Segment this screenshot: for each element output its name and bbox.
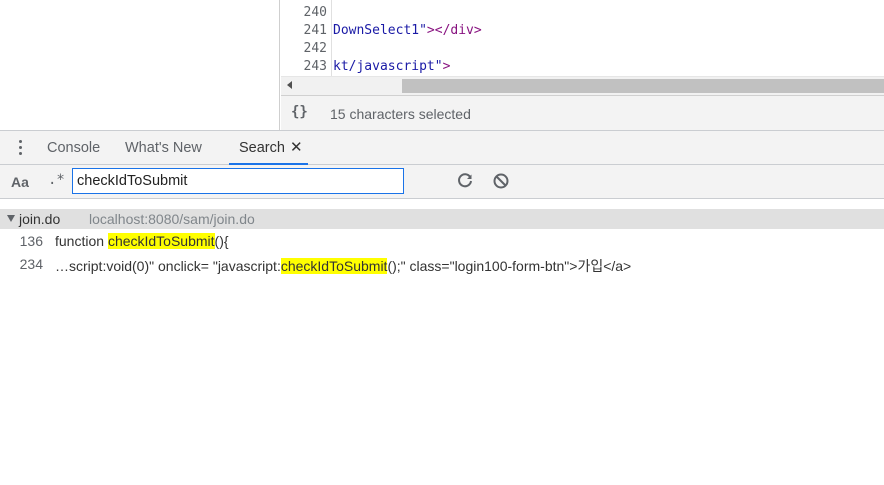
tab-search[interactable]: Search — [239, 140, 285, 156]
result-file-name: join.do — [19, 211, 61, 227]
close-icon[interactable]: ✕ — [290, 138, 303, 156]
match-prefix: function — [55, 233, 108, 249]
code-tag: ></div> — [426, 23, 482, 38]
pretty-print-button[interactable]: {} — [291, 104, 308, 120]
result-file-path: localhost:8080/sam/join.do — [89, 211, 255, 227]
line-number: 240 — [303, 5, 327, 20]
tab-whats-new[interactable]: What's New — [125, 140, 202, 156]
match-highlight: checkIdToSubmit — [107, 233, 215, 249]
line-number: 243 — [303, 59, 327, 74]
scrollbar-thumb[interactable] — [402, 79, 884, 93]
match-suffix: ();" class="login100-form-btn">가입</a> — [387, 258, 632, 274]
refresh-icon[interactable] — [456, 172, 474, 190]
selection-status: 15 characters selected — [330, 106, 471, 122]
match-line-number: 234 — [19, 256, 43, 272]
code-line[interactable]: DownSelect1"></div> — [333, 22, 482, 40]
expand-triangle-icon[interactable] — [7, 215, 15, 222]
drawer-tabbar: Console What's New Search ✕ — [0, 130, 884, 165]
left-pane — [0, 0, 280, 130]
match-text: …script:void(0)" onclick= "javascript:ch… — [55, 256, 631, 276]
more-tools-kebab-icon[interactable] — [17, 140, 23, 156]
code-line[interactable]: kt/javascript"> — [333, 58, 450, 76]
regex-button[interactable]: .* — [48, 172, 65, 188]
match-prefix: …script:void(0)" onclick= "javascript: — [55, 258, 281, 274]
line-number: 241 — [303, 23, 327, 38]
match-line-number: 136 — [19, 233, 43, 249]
horizontal-scrollbar[interactable] — [281, 76, 884, 95]
search-toolbar: Aa .* — [0, 165, 884, 199]
clear-icon[interactable] — [492, 172, 510, 190]
code-string: DownSelect1" — [333, 23, 427, 38]
result-file-header[interactable]: join.do localhost:8080/sam/join.do — [0, 209, 884, 229]
result-match-row[interactable]: 136 function checkIdToSubmit(){ — [0, 231, 884, 253]
line-gutter: 240 241 242 243 — [281, 0, 332, 76]
code-tag: > — [442, 59, 451, 74]
result-match-row[interactable]: 234 …script:void(0)" onclick= "javascrip… — [0, 254, 884, 276]
search-input[interactable] — [72, 168, 404, 194]
source-editor[interactable]: 240 241 242 243 DownSelect1"></div> kt/j… — [281, 0, 884, 76]
code-string: kt/javascript" — [333, 59, 443, 74]
tab-console[interactable]: Console — [47, 140, 100, 156]
match-highlight: checkIdToSubmit — [280, 258, 388, 274]
match-case-button[interactable]: Aa — [11, 174, 29, 190]
scroll-left-arrow-icon[interactable] — [287, 81, 292, 89]
match-text: function checkIdToSubmit(){ — [55, 233, 229, 249]
editor-status-bar: {} 15 characters selected — [281, 95, 884, 130]
line-number: 242 — [303, 41, 327, 56]
match-suffix: (){ — [214, 233, 229, 249]
